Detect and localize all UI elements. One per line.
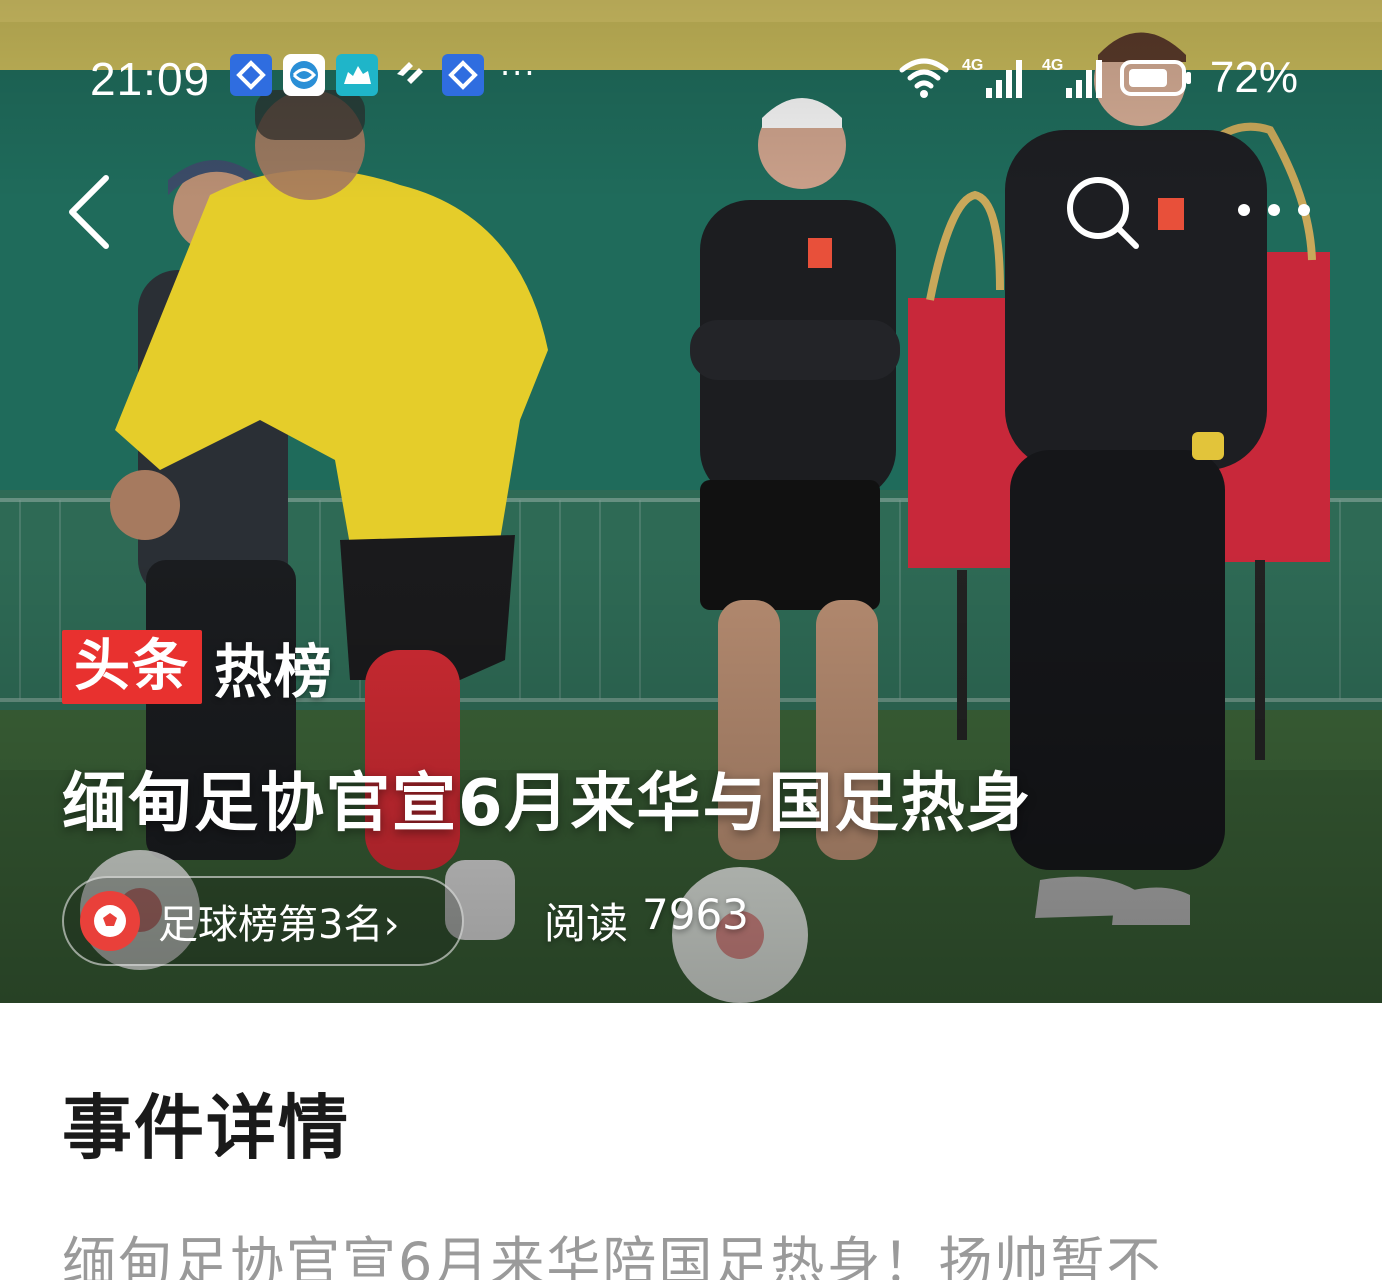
signal-4g-icon: 4G <box>962 57 1022 98</box>
rank-label: 足球榜第3名› <box>158 892 399 950</box>
wifi-icon <box>899 58 949 98</box>
more-notifications-icon: ··· <box>500 54 537 92</box>
battery-percent: 72% <box>1209 53 1298 102</box>
status-bar: 21:09 ··· 4G 4G 72% <box>0 40 1382 120</box>
hot-list-brand: 头条 热榜 <box>62 630 334 706</box>
read-count: 阅读 7963 <box>544 890 749 951</box>
brand-tag: 头条 <box>62 630 202 704</box>
reads-number: 7963 <box>642 890 749 939</box>
signal-4g-icon-2: 4G <box>1042 57 1102 98</box>
chevron-left-icon <box>69 175 109 249</box>
rank-text: 足球榜第3名 <box>158 902 384 948</box>
rank-pill-button[interactable]: 足球榜第3名› <box>62 876 464 966</box>
browser-notification-icon <box>283 54 325 96</box>
more-options-button[interactable] <box>1226 190 1322 230</box>
battery-icon <box>1119 60 1191 96</box>
network-label-2: 4G <box>1042 57 1063 74</box>
search-button[interactable] <box>1062 172 1146 256</box>
event-summary: 缅甸足协官宣6月来华陪国足热身！扬帅暂不 <box>62 1231 1163 1280</box>
app-notification-icon <box>230 54 272 96</box>
status-time: 21:09 <box>90 53 211 105</box>
hero-photo: 21:09 ··· 4G 4G 72% 头条 热榜 缅甸足协官宣6月来华与国足热… <box>0 0 1382 1003</box>
system-indicators: 4G 4G 72% <box>898 52 1298 104</box>
brand-label: 热榜 <box>214 638 335 706</box>
section-title: 事件详情 <box>62 1087 350 1169</box>
headline-title: 缅甸足协官宣6月来华与国足热身 <box>62 767 1033 841</box>
reads-label: 阅读 <box>544 899 629 948</box>
soccer-ball-icon <box>80 891 140 951</box>
search-icon <box>1067 177 1139 249</box>
more-dots-icon <box>1238 204 1310 216</box>
chevron-right-icon: › <box>383 902 400 948</box>
app-notification-icon-2 <box>442 54 484 96</box>
camel-app-icon <box>336 54 378 96</box>
network-label-1: 4G <box>962 57 983 74</box>
photo-shade <box>0 0 1382 1003</box>
back-button[interactable] <box>62 170 122 254</box>
heart-app-icon <box>389 54 431 96</box>
